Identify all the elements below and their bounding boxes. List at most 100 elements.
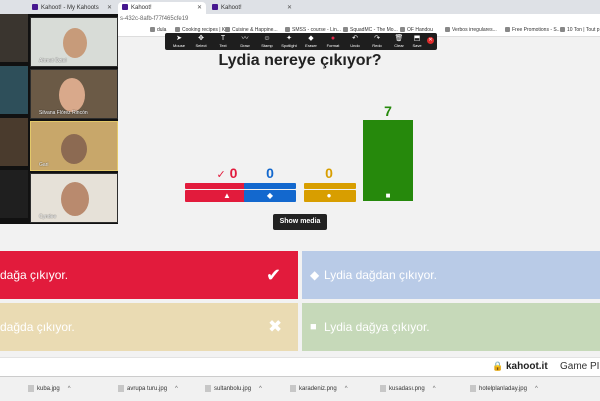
video-tile	[0, 170, 28, 218]
bookmark-item[interactable]: dula	[150, 25, 166, 36]
bookmark-icon	[343, 27, 348, 33]
tool-spotlight[interactable]: ✦ Spotlight	[277, 34, 301, 48]
bookmark-icon	[445, 27, 450, 33]
video-tile[interactable]: Ahmet Öztel	[30, 17, 118, 67]
chevron-up-icon: ^	[534, 386, 538, 392]
tool-mouse[interactable]: ➤ Mouse	[167, 34, 191, 48]
show-media-button[interactable]: Show media	[273, 214, 327, 230]
question-title: Lydia nereye çıkıyor?	[218, 52, 382, 69]
bookmark-icon	[175, 27, 180, 33]
file-icon	[380, 384, 386, 392]
answer-green: ■ Lydia dağya çıkıyor.	[302, 303, 600, 351]
close-icon: ✖	[268, 317, 283, 336]
chevron-up-icon: ^	[344, 386, 348, 392]
tool-eraser[interactable]: ◆ Eraser	[299, 34, 323, 48]
bookmark-item[interactable]: 10 Ton | Tout p	[560, 25, 600, 36]
bookmark-item[interactable]: Free Promotions - S...	[505, 25, 561, 36]
tool-undo[interactable]: ↶ Undo	[343, 34, 367, 48]
download-item[interactable]: hotelplanladay.jpg ^	[470, 384, 538, 394]
browser-tab-my-kahoots[interactable]: Kahoot! - My Kahoots ✕	[28, 2, 116, 14]
bookmark-icon	[150, 27, 155, 33]
video-tile[interactable]: Gari	[30, 121, 118, 171]
tool-stamp[interactable]: ☺ Stamp	[255, 34, 279, 48]
browser-tab-kahoot-active[interactable]: Kahoot! ✕	[118, 2, 206, 14]
download-item[interactable]: karadeniz.png ^	[290, 384, 348, 394]
participant-name: Silvana Flórez Rincón	[39, 110, 88, 116]
url-text[interactable]: s-432c-8afb-f77f465cfe19	[120, 15, 188, 24]
kahoot-favicon-icon	[122, 4, 128, 11]
participant-name: Gari	[39, 162, 49, 168]
file-icon	[205, 384, 211, 392]
close-icon[interactable]: ✕	[427, 37, 434, 44]
answer-text: Lydia dağdan çıkıyor.	[324, 268, 437, 282]
participant-name: Cyndee	[39, 214, 57, 220]
square-icon: ■	[310, 321, 317, 333]
check-icon: ✔	[266, 265, 282, 285]
kahoot-favicon-icon	[32, 4, 38, 11]
stamp-icon: ☺	[263, 35, 271, 42]
tool-draw[interactable]: 〰 Draw	[233, 34, 257, 48]
move-icon: ✥	[198, 35, 204, 42]
download-item[interactable]: sultanbolu.jpg ^	[205, 384, 262, 394]
video-tile[interactable]: Silvana Flórez Rincón	[30, 69, 118, 119]
video-tile	[0, 14, 28, 62]
close-icon[interactable]: ✕	[107, 2, 112, 14]
text-icon: T	[220, 35, 226, 42]
result-count-yellow: 0	[325, 165, 333, 181]
tool-save[interactable]: ⬒ Save	[405, 34, 429, 48]
answer-yellow: dağda çıkıyor. ✖	[0, 303, 298, 351]
browser-tab-kahoot[interactable]: Kahoot! ✕	[208, 2, 296, 14]
answer-text: Lydia dağya çıkıyor.	[324, 320, 430, 334]
chevron-up-icon: ^	[259, 386, 262, 392]
close-icon[interactable]: ✕	[197, 2, 202, 14]
spotlight-icon: ✦	[286, 35, 292, 42]
answer-blue: ◆ Lydia dağdan çıkıyor.	[302, 251, 600, 299]
chevron-up-icon: ^	[432, 386, 436, 392]
tool-redo[interactable]: ↷ Redo	[365, 34, 389, 48]
tool-text[interactable]: T Text	[211, 34, 235, 48]
eraser-icon: ◆	[308, 35, 314, 42]
bookmark-icon	[225, 27, 230, 33]
correct-check-icon: ✓	[216, 169, 226, 181]
diamond-icon: ◆	[310, 268, 320, 282]
undo-icon: ↶	[352, 35, 358, 42]
game-footer: 🔒 kahoot.it Game PI	[0, 357, 600, 376]
file-icon	[290, 384, 296, 392]
download-item[interactable]: kusadası.png ^	[380, 384, 436, 394]
file-icon	[28, 384, 34, 392]
answer-text: dağa çıkıyor.	[0, 268, 69, 282]
arrow-icon: ➤	[176, 35, 182, 42]
file-icon	[118, 384, 124, 392]
result-bar-green	[363, 120, 413, 201]
tab-label: Kahoot! - My Kahoots	[41, 5, 99, 11]
redo-icon: ↷	[374, 35, 380, 42]
result-bar-blue	[244, 183, 296, 189]
tab-label: Kahoot!	[221, 5, 242, 11]
zoom-video-panel: Ahmet Öztel Silvana Flórez Rincón Gari C…	[0, 14, 118, 224]
save-icon: ⬒	[413, 35, 421, 42]
lock-icon: 🔒	[492, 361, 504, 371]
tool-format[interactable]: ● Format	[321, 34, 345, 48]
game-pin-label: Game PI	[560, 361, 600, 372]
bookmark-icon	[285, 27, 290, 33]
downloads-bar: kuba.jpg ^ avrupa turu.jpg ^ sultanbolu.jp…	[0, 376, 600, 401]
video-tile[interactable]: Cyndee	[30, 173, 118, 223]
browser-tab-bar: Kahoot! - My Kahoots ✕ Kahoot! ✕ Kahoot!…	[0, 0, 600, 14]
kahoot-link[interactable]: kahoot.it	[506, 361, 548, 372]
tab-label: Kahoot!	[131, 5, 152, 11]
participant-video	[63, 28, 87, 58]
chevron-up-icon: ^	[67, 386, 71, 392]
square-icon: ■	[385, 191, 391, 200]
download-item[interactable]: kuba.jpg ^	[28, 384, 71, 394]
draw-icon: 〰	[241, 35, 249, 42]
answer-red: dağa çıkıyor. ✔	[0, 251, 298, 299]
bookmark-icon	[560, 27, 565, 33]
bookmark-item[interactable]: Verbos irregulares...	[445, 25, 497, 36]
zoom-annotation-toolbar: ➤ Mouse ✥ Select T Text 〰 Draw ☺ Stamp ✦ Spotl…	[165, 33, 437, 50]
tool-select[interactable]: ✥ Select	[189, 34, 213, 48]
bookmark-icon	[400, 27, 405, 33]
result-count-green: 7	[384, 103, 392, 119]
participant-name: Ahmet Öztel	[39, 58, 67, 64]
close-icon[interactable]: ✕	[287, 2, 292, 14]
download-item[interactable]: avrupa turu.jpg ^	[118, 384, 178, 394]
